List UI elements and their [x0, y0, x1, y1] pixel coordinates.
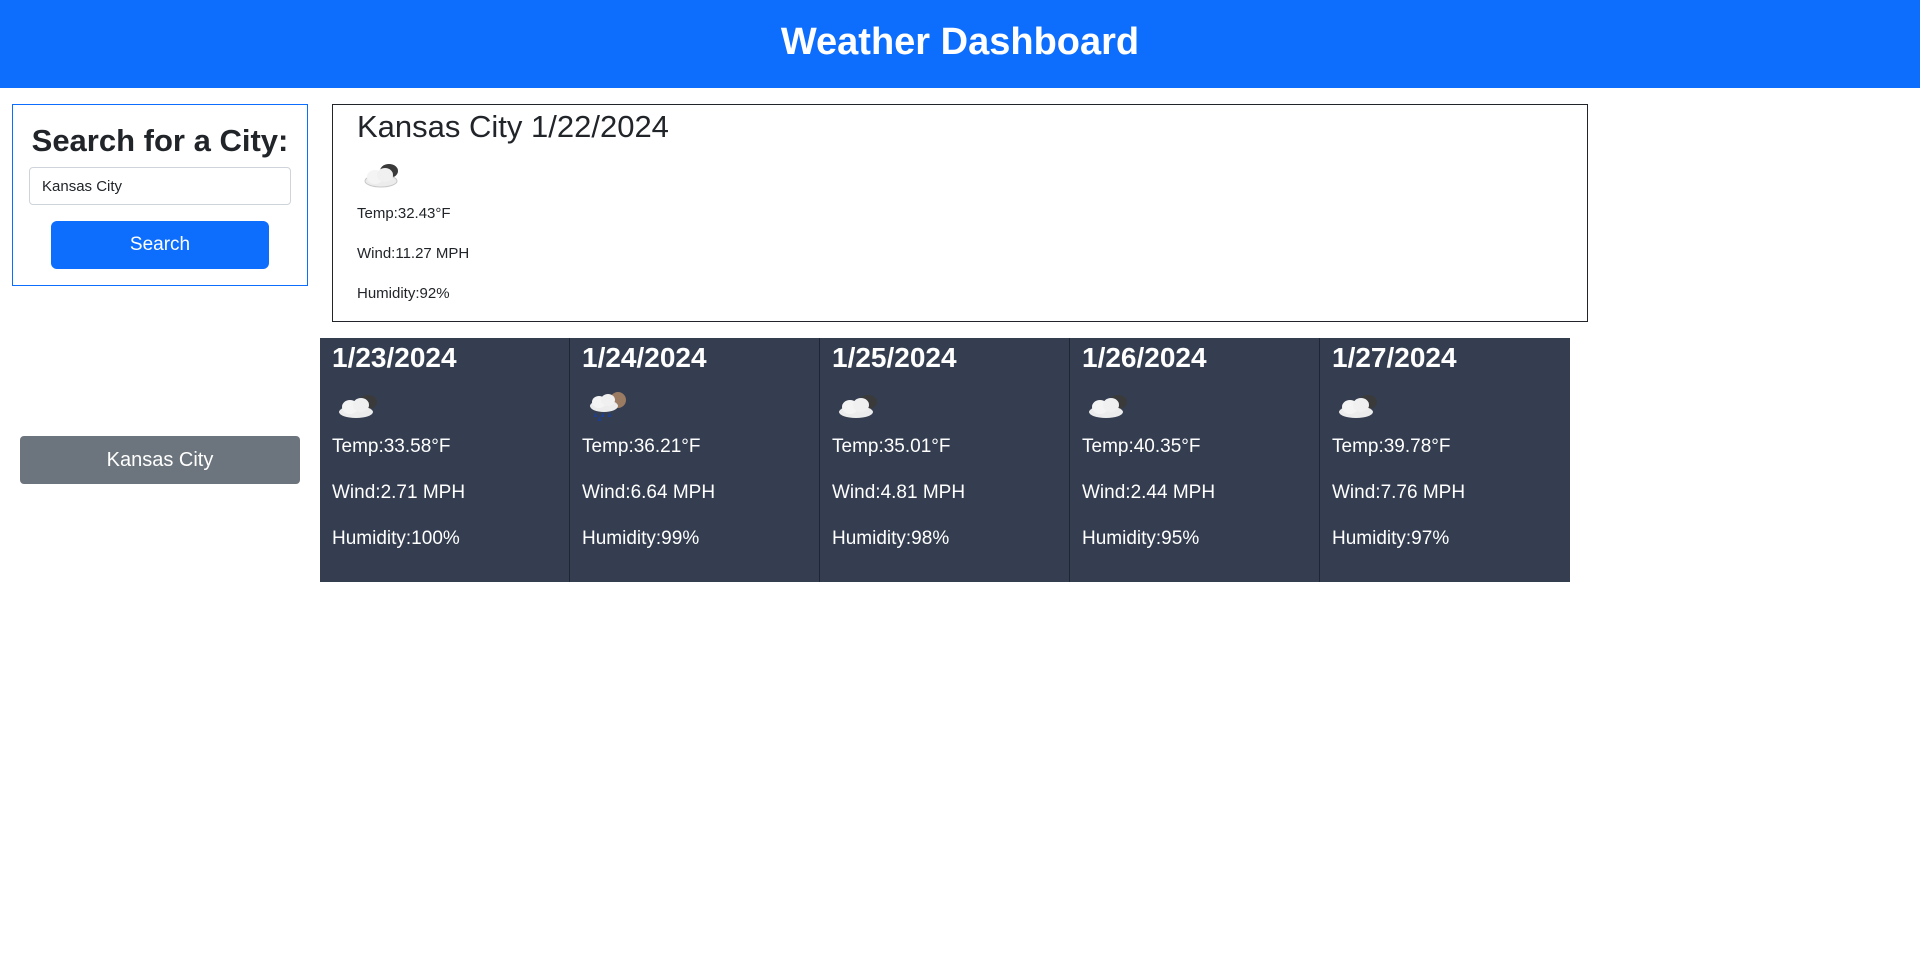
- city-search-input[interactable]: [29, 167, 291, 205]
- forecast-card: 1/27/2024 Temp:39.78°F Wind:7.76 MPH Hum…: [1320, 338, 1570, 582]
- current-city-title: Kansas City 1/22/2024: [357, 109, 669, 144]
- forecast-date: 1/23/2024: [332, 342, 457, 373]
- forecast-humidity: Humidity:97%: [1332, 528, 1450, 549]
- cloud-icon: [1334, 388, 1382, 427]
- search-heading: Search for a City:: [31, 123, 289, 158]
- forecast-card: 1/26/2024 Temp:40.35°F Wind:2.44 MPH Hum…: [1070, 338, 1320, 582]
- cloud-icon: [334, 388, 382, 427]
- forecast-wind: Wind:4.81 MPH: [832, 482, 966, 503]
- cloud-icon: [1084, 388, 1132, 427]
- forecast-temp: Temp:35.01°F: [832, 436, 951, 457]
- forecast-humidity: Humidity:98%: [832, 528, 950, 549]
- forecast-humidity: Humidity:95%: [1082, 528, 1200, 549]
- forecast-row: 1/23/2024 Temp:33.58°F Wind:2.71 MPH Hum…: [320, 338, 1570, 582]
- history-city-button[interactable]: Kansas City: [20, 436, 300, 484]
- forecast-wind: Wind:7.76 MPH: [1332, 482, 1466, 503]
- page-title: Weather Dashboard: [780, 21, 1140, 63]
- forecast-date: 1/25/2024: [832, 342, 957, 373]
- forecast-card: 1/23/2024 Temp:33.58°F Wind:2.71 MPH Hum…: [320, 338, 570, 582]
- cloud-icon: [834, 388, 882, 427]
- forecast-temp: Temp:40.35°F: [1082, 436, 1201, 457]
- cloud-icon: [359, 159, 405, 198]
- forecast-temp: Temp:33.58°F: [332, 436, 451, 457]
- forecast-humidity: Humidity:99%: [582, 528, 700, 549]
- app-header: Weather Dashboard: [0, 0, 1920, 88]
- current-wind: Wind:11.27 MPH: [357, 245, 470, 262]
- current-humidity: Humidity:92%: [357, 285, 450, 302]
- forecast-wind: Wind:2.44 MPH: [1082, 482, 1216, 503]
- forecast-card: 1/25/2024 Temp:35.01°F Wind:4.81 MPH Hum…: [820, 338, 1070, 582]
- search-panel: Search for a City: Search: [12, 104, 308, 286]
- forecast-date: 1/27/2024: [1332, 342, 1457, 373]
- forecast-card: 1/24/2024 Temp:36.21°F Wind:6.64 MPH Hum…: [570, 338, 820, 582]
- search-button[interactable]: Search: [51, 221, 269, 269]
- forecast-wind: Wind:2.71 MPH: [332, 482, 466, 503]
- forecast-wind: Wind:6.64 MPH: [582, 482, 716, 503]
- current-weather-card: Kansas City 1/22/2024 Temp:32.43°F Wind:…: [332, 104, 1588, 322]
- forecast-temp: Temp:39.78°F: [1332, 436, 1451, 457]
- current-temp: Temp:32.43°F: [357, 205, 451, 222]
- forecast-date: 1/24/2024: [582, 342, 707, 373]
- forecast-date: 1/26/2024: [1082, 342, 1207, 373]
- forecast-temp: Temp:36.21°F: [582, 436, 701, 457]
- rain-icon: [584, 388, 632, 427]
- forecast-humidity: Humidity:100%: [332, 528, 460, 549]
